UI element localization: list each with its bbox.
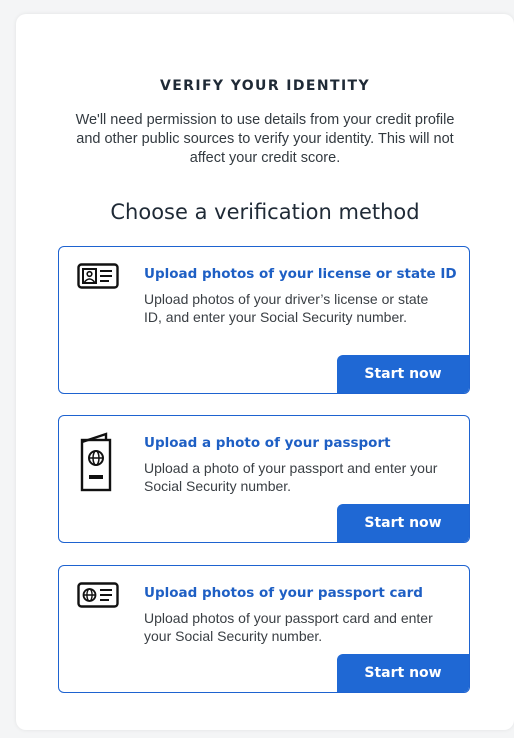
verification-card: VERIFY YOUR IDENTITY We'll need permissi… [16, 14, 514, 730]
intro-text: We'll need permission to use details fro… [75, 112, 455, 166]
method-card-license[interactable]: Upload photos of your license or state I… [58, 246, 470, 394]
method-description: Upload a photo of your passport and ente… [144, 460, 438, 494]
id-card-icon [77, 263, 119, 294]
section-title: Choose a verification method [110, 200, 420, 224]
start-now-button[interactable]: Start now [337, 654, 469, 692]
method-title[interactable]: Upload a photo of your passport [144, 435, 391, 451]
page-title: VERIFY YOUR IDENTITY [159, 78, 371, 94]
method-description: Upload photos of your driver’s license o… [144, 291, 429, 325]
method-title[interactable]: Upload photos of your license or state I… [144, 266, 457, 282]
method-description: Upload photos of your passport card and … [144, 610, 433, 644]
method-card-passport-card[interactable]: Upload photos of your passport card Uplo… [58, 565, 470, 693]
start-now-button[interactable]: Start now [337, 355, 469, 393]
method-card-passport[interactable]: Upload a photo of your passport Upload a… [58, 415, 470, 543]
method-title[interactable]: Upload photos of your passport card [144, 585, 423, 601]
passport-icon [79, 432, 113, 499]
passport-card-icon [77, 582, 119, 613]
start-now-button[interactable]: Start now [337, 504, 469, 542]
